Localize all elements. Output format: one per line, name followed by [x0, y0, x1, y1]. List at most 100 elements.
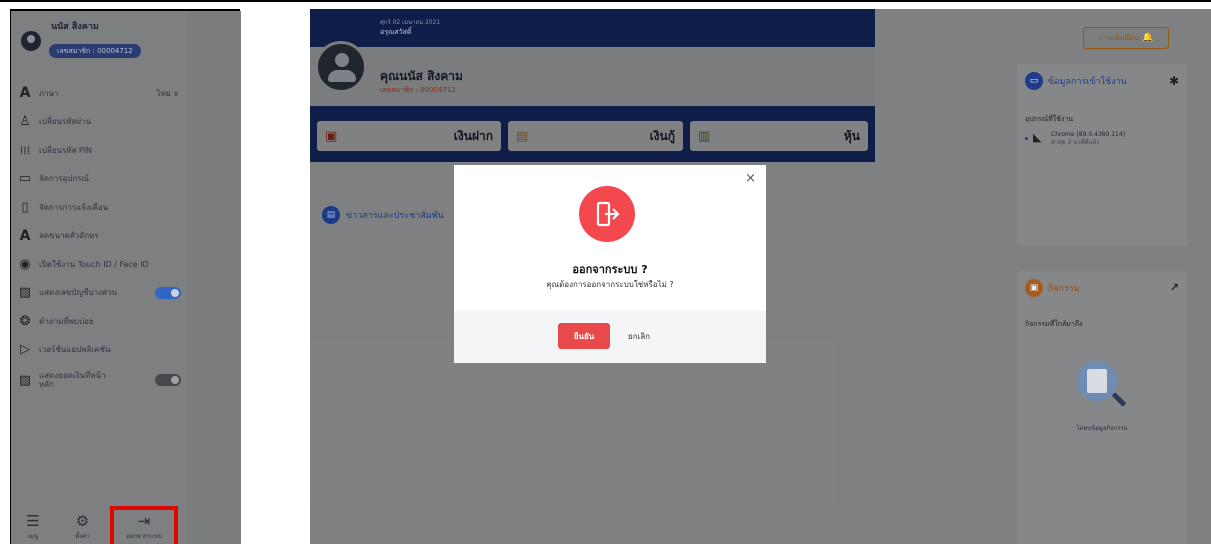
font-size-icon: A	[19, 227, 31, 244]
loan-button[interactable]: ▤ เงินกู้	[508, 121, 683, 151]
gear-icon[interactable]: ✱	[1169, 74, 1179, 88]
bullet	[1025, 137, 1028, 140]
menu-item-faq[interactable]: ❂ คำถามที่พบบ่อย	[11, 307, 187, 336]
menu-item-label: คำถามที่พบบ่อย	[39, 316, 94, 326]
wallet-icon: ▣	[325, 128, 338, 144]
menu-item-label: ลดขนาดตัวอักษร	[39, 231, 99, 241]
sidebar-profile: นนัส สิงคาม เลขสมาชิก : 00004712	[11, 11, 187, 67]
keypad-icon: ⁞⁞⁞	[19, 143, 31, 157]
notifications-label: การแจ้งเตือน	[1098, 33, 1139, 42]
card-title: ข้อมูลการเข้าใช้งาน	[1048, 77, 1127, 87]
dialog-footer: ยืนยัน ยกเลิก	[454, 310, 766, 363]
user-name: คุณนนัส สิงคาม	[380, 69, 463, 83]
quick-actions: ▣ เงินฝาก ▤ เงินกู้ ▥ หุ้น	[310, 113, 875, 157]
menu-item-devices[interactable]: ▭ จัดการอุปกรณ์	[11, 165, 187, 194]
empty-state-text: ไม่พบข้อมูลกิจกรรม	[1076, 425, 1128, 432]
devices-icon: ▭	[18, 171, 32, 187]
current-date: ศุกร์ 02 เมษายน 2021	[380, 19, 441, 26]
nav-logout-label: ออกจากระบบ	[126, 533, 162, 540]
stock-chart-icon: ▥	[698, 128, 711, 144]
language-select[interactable]: ไทย ∨	[157, 87, 179, 100]
logout-icon: ⇥	[137, 512, 151, 530]
menu-item-label: เวอร์ชั่นแอปพลิเคชัน	[39, 345, 111, 355]
right-panel: การแจ้งเตือน 🔔 ▭ ข้อมูลการเข้าใช้งาน ✱ อ…	[1011, 9, 1211, 544]
member-number: เลขสมาชิก : 00004712	[380, 86, 456, 94]
settings-sidebar: นนัส สิงคาม เลขสมาชิก : 00004712 A ภาษา …	[10, 9, 241, 544]
menu-item-notifications[interactable]: ▯ จัดการการแจ้งเตือน	[11, 193, 187, 222]
hide-icon: ▧	[18, 285, 32, 301]
news-icon: ▤	[322, 206, 340, 224]
device-entry: ◣ Chrome [89.0.4389.114] ล่าสุด 3 นาทีที…	[1025, 131, 1125, 147]
deposit-button[interactable]: ▣ เงินฝาก	[317, 121, 501, 151]
dialog-message: คุณต้องการออกจากระบบใช่หรือไม่ ?	[546, 280, 674, 289]
device-name: Chrome [89.0.4389.114]	[1051, 131, 1126, 138]
devices-icon: ▭	[1025, 72, 1043, 90]
play-icon: ▷	[20, 342, 30, 358]
card-subtitle: กิจกรรมที่ใกล้มาถึง	[1025, 320, 1083, 328]
nav-logout[interactable]: ⇥ ออกจากระบบ	[110, 506, 178, 544]
logout-icon	[579, 186, 635, 242]
nav-settings-label: ตั้งค่า	[75, 533, 90, 540]
menu-item-label: แสดงเลขบัญชีบางส่วน	[39, 288, 117, 298]
menu-item-label: แสดงยอดเงินที่หน้าหลัก	[39, 371, 106, 389]
card-subtitle: อุปกรณ์ที่ใช้งาน	[1025, 115, 1074, 123]
greeting: อรุณสวัสดิ์	[380, 28, 412, 36]
close-icon[interactable]: ×	[745, 171, 756, 186]
gear-icon: ⚙	[75, 512, 90, 530]
shares-button[interactable]: ▥ หุ้น	[690, 121, 868, 151]
faq-icon: ❂	[19, 313, 31, 329]
menu-item-version[interactable]: ▷ เวอร์ชั่นแอปพลิเคชัน	[11, 336, 187, 365]
sidebar-member-badge: เลขสมาชิก : 00004712	[49, 44, 141, 58]
device-time: ล่าสุด 3 นาทีที่แล้ว	[1051, 139, 1100, 146]
menu-item-show-account: ▧ แสดงเลขบัญชีบางส่วน	[11, 279, 187, 308]
menu-item-language[interactable]: A ภาษา ไทย ∨	[11, 79, 187, 108]
nav-menu-label: เมนู	[27, 533, 39, 540]
menu-item-label: ภาษา	[39, 88, 59, 98]
content-area	[310, 339, 836, 504]
cancel-button[interactable]: ยกเลิก	[628, 323, 650, 349]
device-info: Chrome [89.0.4389.114] ล่าสุด 3 นาทีที่แ…	[1051, 131, 1125, 147]
logout-dialog: × ออกจากระบบ ? คุณต้องการออกจากระบบใช่หร…	[454, 165, 766, 363]
user-key-icon: ♙	[19, 114, 31, 130]
list-icon: ☰	[26, 512, 40, 530]
show-balance-toggle[interactable]	[155, 374, 181, 386]
notification-settings-icon: ▯	[21, 199, 29, 215]
expand-arrow-icon[interactable]: ↗	[1170, 281, 1179, 294]
empty-search-illustration	[1065, 351, 1135, 421]
sidebar-user-name: นนัส สิงคาม	[51, 22, 99, 32]
menu-item-label: เปลี่ยนรหัสผ่าน	[39, 117, 91, 127]
confirm-button[interactable]: ยืนยัน	[558, 323, 610, 349]
background-gap	[875, 9, 1011, 544]
header-banner: ศุกร์ 02 เมษายน 2021 อรุณสวัสดิ์ คุณนนัส…	[310, 9, 875, 162]
activity-card: ▣ กิจกรรม ↗ กิจกรรมที่ใกล้มาถึง ไม่พบข้อ…	[1017, 271, 1187, 544]
nav-menu[interactable]: ☰ เมนู	[11, 506, 55, 544]
deposit-label: เงินฝาก	[453, 128, 493, 143]
loan-label: เงินกู้	[649, 128, 675, 143]
menu-item-label: จัดการการแจ้งเตือน	[39, 202, 109, 212]
settings-menu: A ภาษา ไทย ∨ ♙ เปลี่ยนรหัสผ่าน ⁞⁞⁞ เปลี่…	[11, 79, 187, 396]
app-frame: นนัส สิงคาม เลขสมาชิก : 00004712 A ภาษา …	[0, 0, 1211, 544]
font-size-icon: A	[19, 85, 31, 102]
dialog-title: ออกจากระบบ ?	[572, 263, 648, 276]
shares-label: หุ้น	[843, 128, 860, 143]
menu-item-show-balance: ▧ แสดงยอดเงินที่หน้าหลัก	[11, 364, 187, 396]
menu-item-label: เปลี่ยนรหัส PIN	[39, 145, 93, 155]
menu-item-change-pin[interactable]: ⁞⁞⁞ เปลี่ยนรหัส PIN	[11, 136, 187, 165]
notifications-button[interactable]: การแจ้งเตือน 🔔	[1083, 27, 1169, 49]
device-icon: ◣	[1033, 131, 1042, 144]
login-info-card: ▭ ข้อมูลการเข้าใช้งาน ✱ อุปกรณ์ที่ใช้งาน…	[1017, 64, 1187, 246]
fingerprint-icon: ◉	[19, 256, 31, 272]
menu-item-font-size[interactable]: A ลดขนาดตัวอักษร	[11, 222, 187, 251]
menu-item-touch-id[interactable]: ◉ เปิดใช้งาน Touch ID / Face ID	[11, 250, 187, 279]
card-header: ▭ ข้อมูลการเข้าใช้งาน	[1025, 72, 1127, 90]
menu-item-change-password[interactable]: ♙ เปลี่ยนรหัสผ่าน	[11, 108, 187, 137]
news-section-header[interactable]: ▤ ข่าวสารและประชาสัมพัน	[322, 206, 444, 224]
bell-icon: 🔔	[1142, 33, 1154, 43]
show-account-toggle[interactable]	[155, 286, 181, 299]
calendar-icon: ▣	[1025, 279, 1043, 297]
nav-settings[interactable]: ⚙ ตั้งค่า	[55, 506, 110, 544]
card-header: ▣ กิจกรรม	[1025, 279, 1080, 297]
card-title: กิจกรรม	[1048, 284, 1080, 294]
sidebar-gutter	[187, 11, 241, 544]
news-title: ข่าวสารและประชาสัมพัน	[346, 211, 444, 221]
